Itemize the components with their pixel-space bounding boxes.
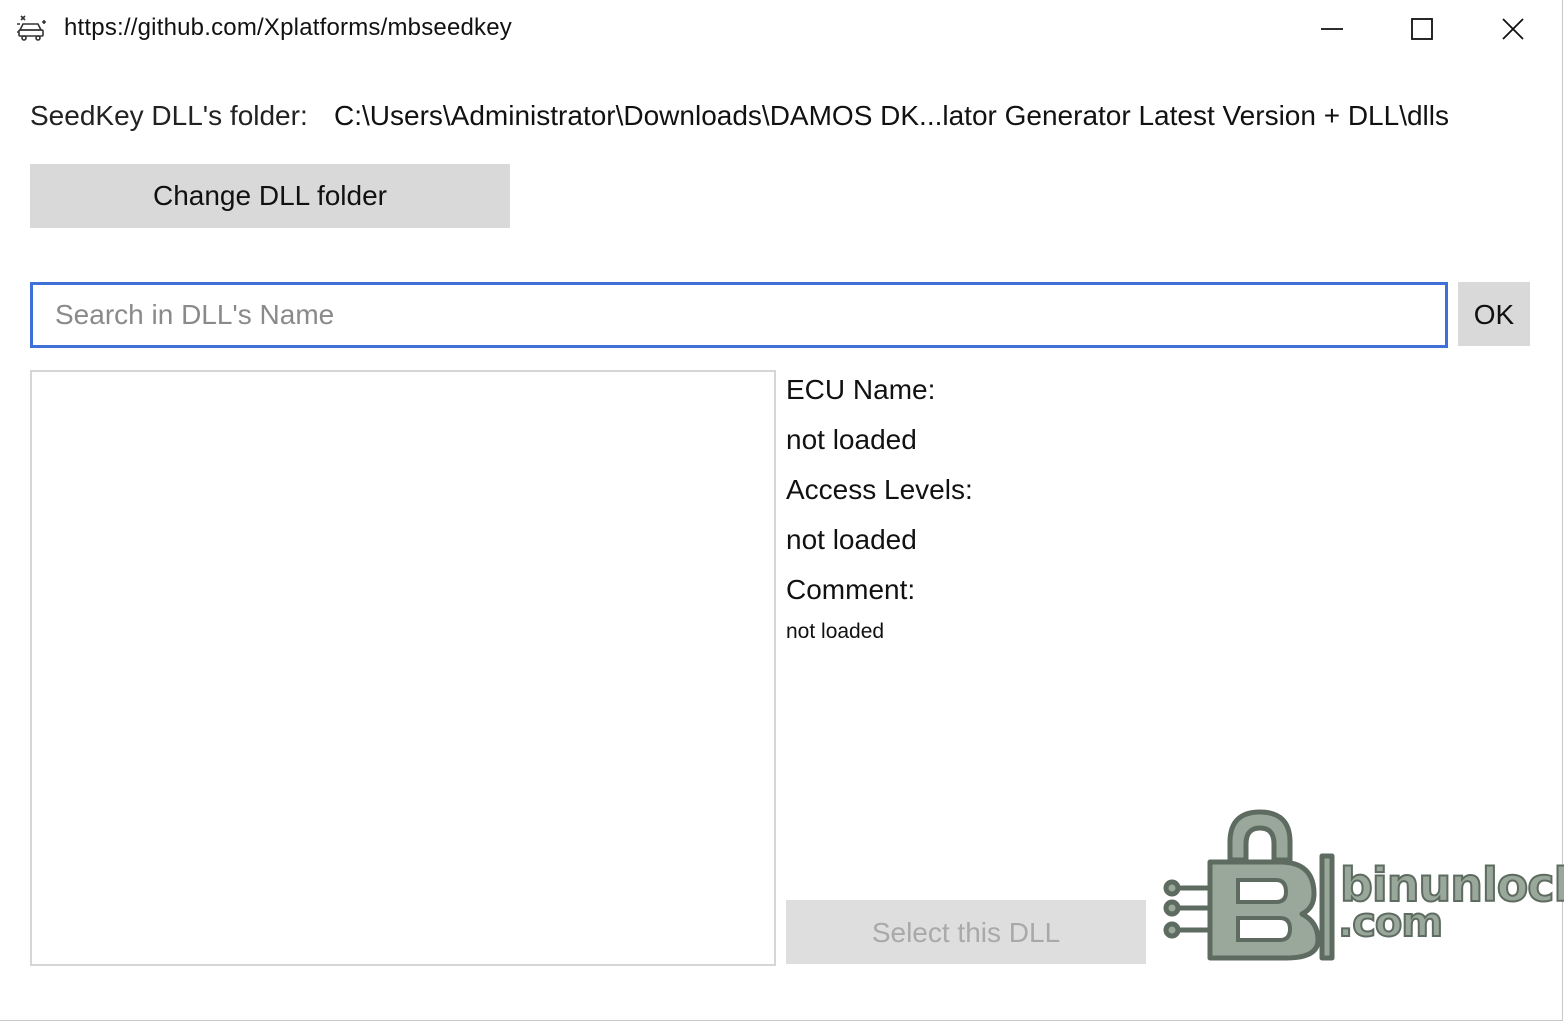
minimize-icon bbox=[1321, 28, 1343, 30]
car-network-icon bbox=[16, 12, 48, 44]
window-title: https://github.com/Xplatforms/mbseedkey bbox=[64, 14, 513, 41]
search-box bbox=[30, 282, 1448, 348]
title-bar[interactable]: https://github.com/Xplatforms/mbseedkey bbox=[0, 0, 1562, 58]
close-button[interactable] bbox=[1468, 0, 1558, 58]
maximize-button[interactable] bbox=[1377, 0, 1467, 58]
access-levels-label: Access Levels: bbox=[786, 474, 973, 505]
folder-label: SeedKey DLL's folder: bbox=[30, 100, 308, 131]
ecu-name-label: ECU Name: bbox=[786, 374, 936, 405]
select-dll-button[interactable]: Select this DLL bbox=[786, 900, 1146, 964]
folder-path: C:\Users\Administrator\Downloads\DAMOS D… bbox=[334, 100, 1449, 131]
ok-button[interactable]: OK bbox=[1458, 282, 1530, 346]
comment-value: not loaded bbox=[786, 620, 885, 643]
ecu-name-value: not loaded bbox=[786, 424, 917, 455]
maximize-icon bbox=[1411, 18, 1433, 40]
app-window: https://github.com/Xplatforms/mbseedkey … bbox=[0, 0, 1564, 1021]
dll-list[interactable] bbox=[30, 370, 776, 966]
change-dll-folder-button[interactable]: Change DLL folder bbox=[30, 164, 510, 228]
minimize-button[interactable] bbox=[1287, 0, 1377, 58]
search-input[interactable] bbox=[33, 285, 1445, 345]
watermark-text-line2: .com bbox=[1337, 899, 1444, 947]
access-levels-value: not loaded bbox=[786, 524, 917, 555]
close-icon bbox=[1502, 18, 1524, 40]
comment-label: Comment: bbox=[786, 574, 916, 605]
